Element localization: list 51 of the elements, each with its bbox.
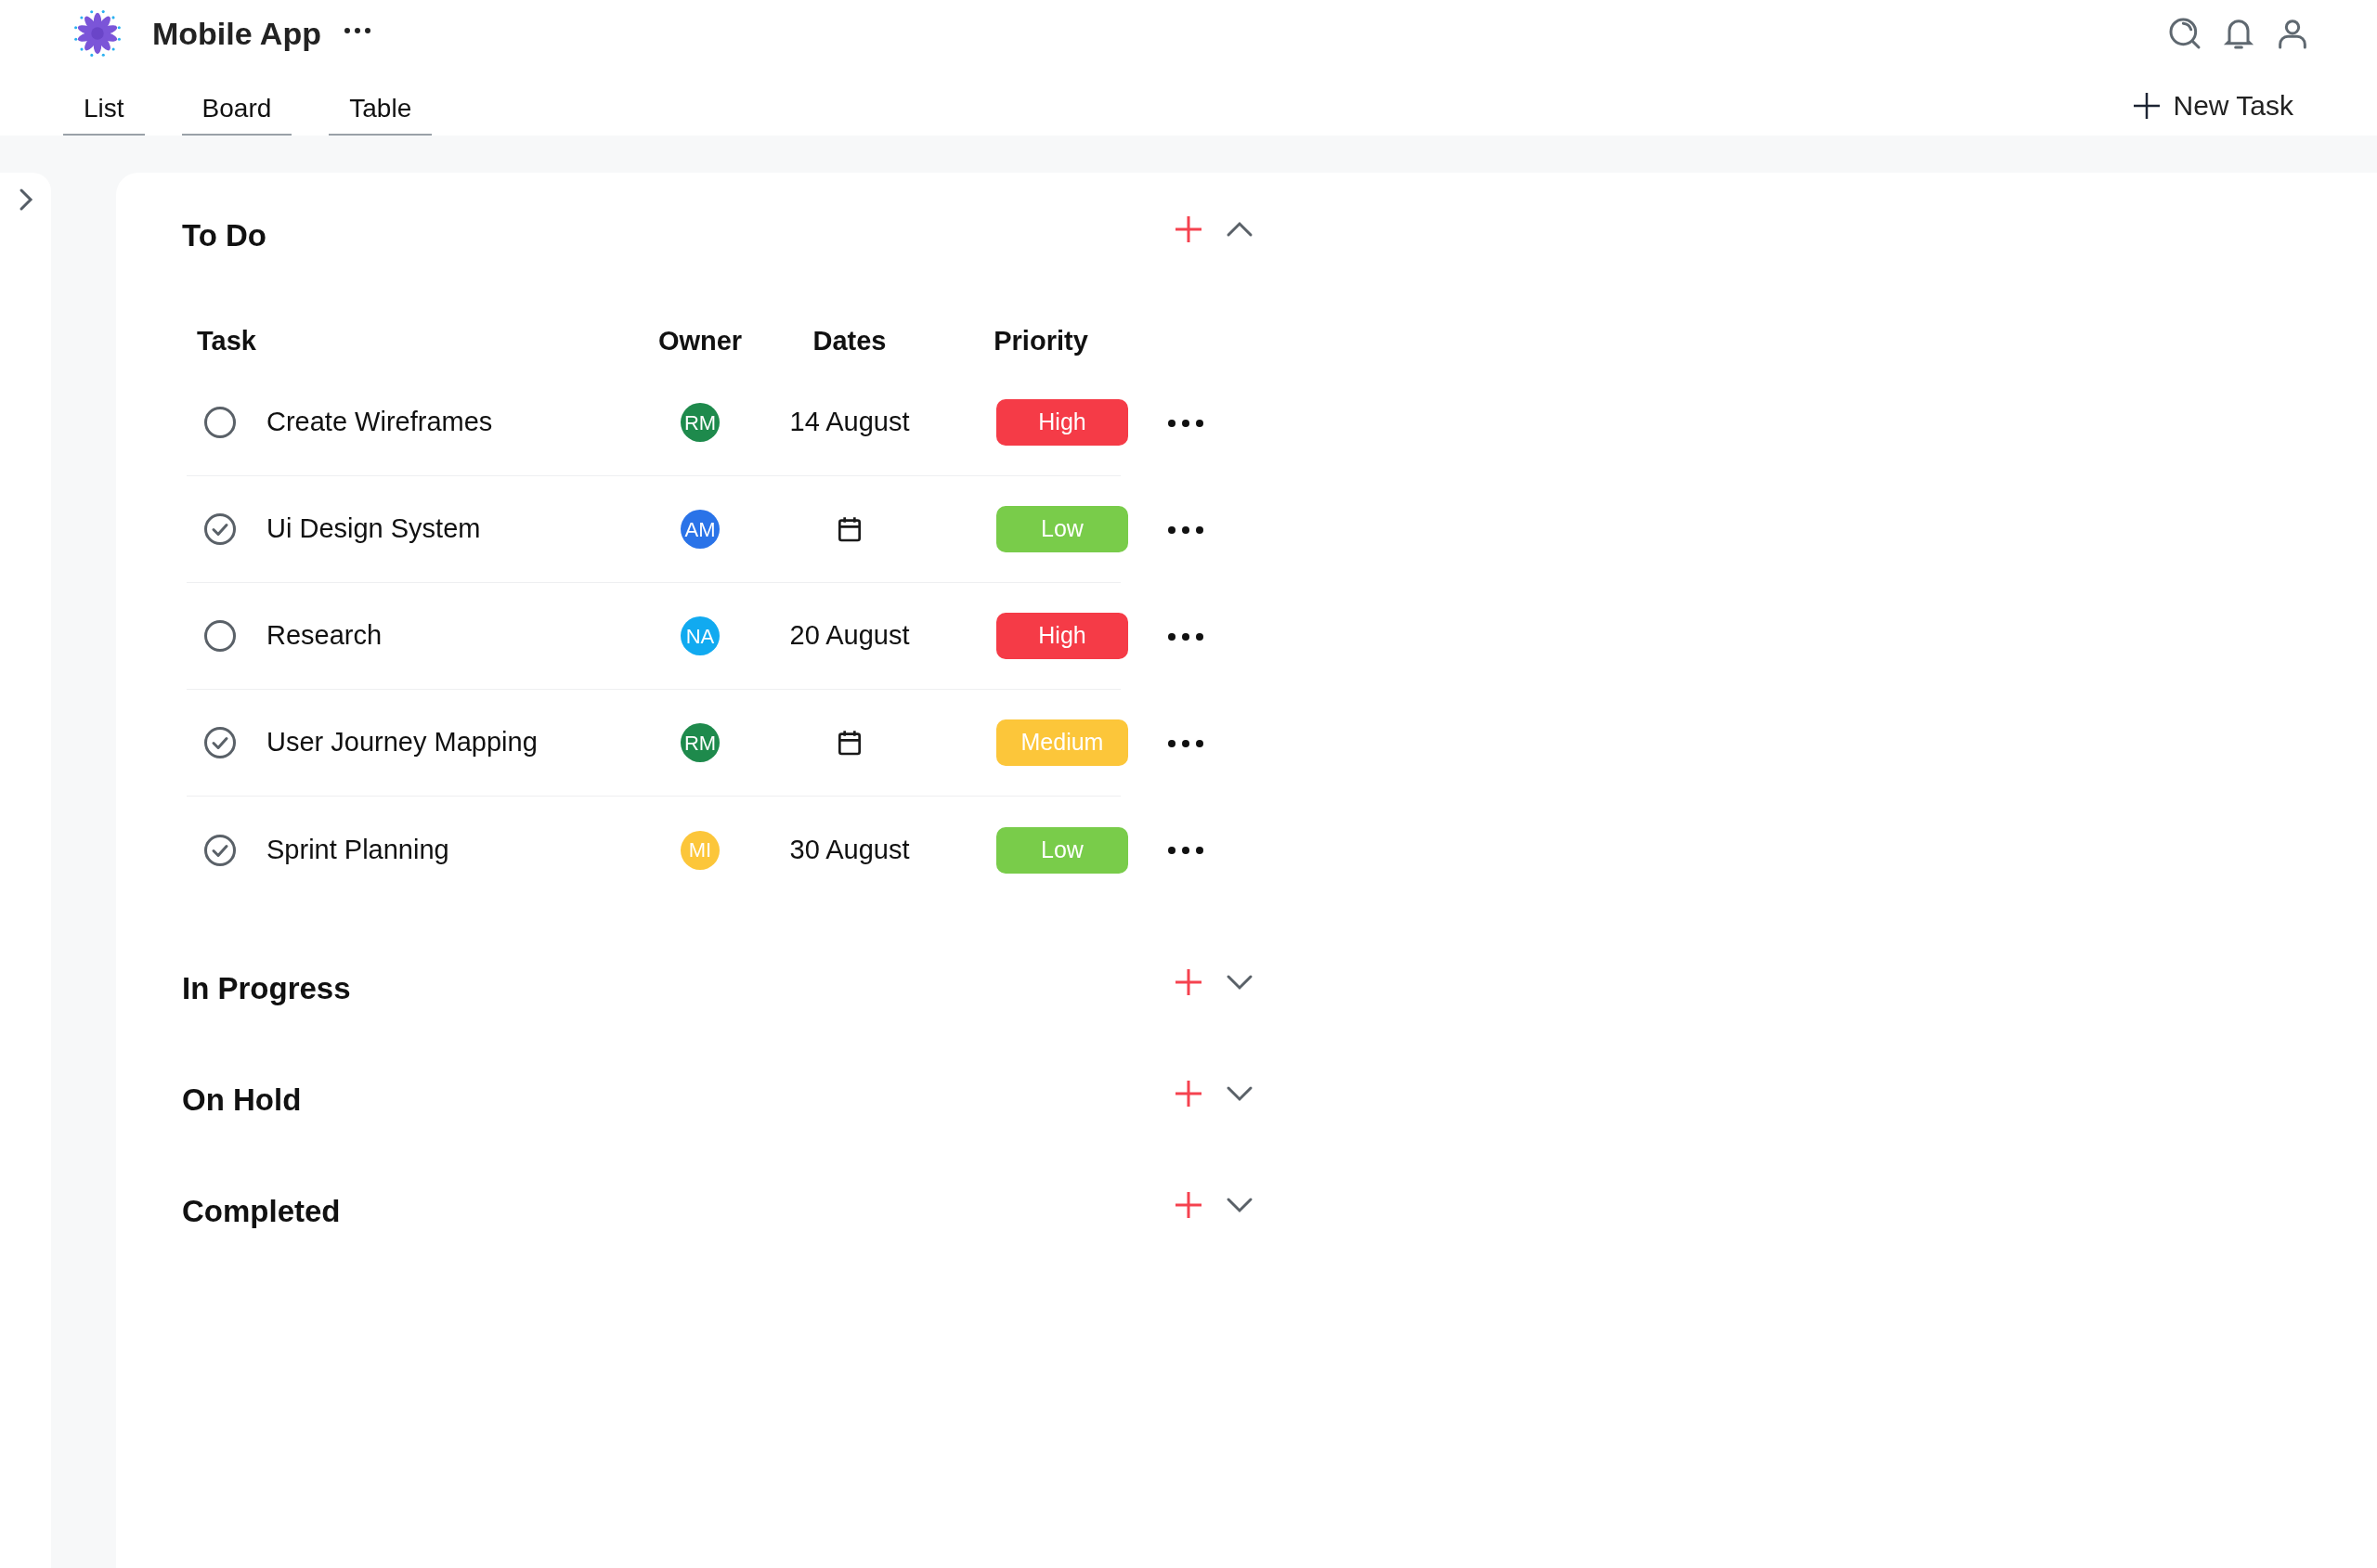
project-title: Mobile App — [152, 14, 321, 53]
view-tab[interactable]: List — [63, 84, 145, 136]
section-title: Completed — [181, 1193, 341, 1231]
priority-badge: Low — [996, 506, 1128, 552]
section-title: In Progress — [181, 970, 351, 1008]
add-icon[interactable] — [1174, 214, 1203, 244]
task-name: Create Wireframes — [266, 406, 493, 439]
column-header: Task — [197, 325, 256, 358]
unchecked-circle-icon[interactable] — [203, 406, 237, 439]
more-options-icon[interactable] — [1167, 738, 1204, 748]
more-options-icon[interactable] — [1167, 525, 1204, 535]
expand-chevron-icon[interactable] — [1226, 974, 1253, 991]
collapse-chevron-icon[interactable] — [1226, 221, 1253, 238]
owner-avatar: AM — [681, 510, 720, 549]
due-date: 20 August — [789, 619, 910, 653]
add-icon[interactable] — [1174, 1079, 1203, 1108]
plus-icon — [2132, 91, 2161, 120]
owner-avatar: RM — [681, 403, 720, 442]
more-icon[interactable] — [343, 27, 371, 34]
task-name: User Journey Mapping — [266, 726, 538, 759]
more-options-icon[interactable] — [1167, 418, 1204, 428]
checked-circle-icon[interactable] — [203, 726, 237, 759]
column-header: Dates — [812, 325, 887, 358]
view-tab[interactable]: Board — [181, 84, 292, 136]
more-options-icon[interactable] — [1167, 631, 1204, 641]
section-title: On Hold — [181, 1082, 302, 1120]
add-icon[interactable] — [1174, 967, 1203, 997]
owner-avatar: RM — [681, 723, 720, 762]
unchecked-circle-icon[interactable] — [203, 619, 237, 653]
section-title: To Do — [181, 217, 267, 255]
task-name: Research — [266, 619, 383, 653]
due-date: 14 August — [789, 406, 910, 439]
priority-badge: Medium — [996, 719, 1128, 766]
task-name: Ui Design System — [266, 512, 481, 546]
expand-chevron-icon[interactable] — [1226, 1197, 1253, 1213]
expand-chevron-icon[interactable] — [1226, 1085, 1253, 1102]
new-task-button[interactable]: New Task — [2132, 84, 2293, 126]
column-header: Owner — [657, 325, 743, 358]
task-name: Sprint Planning — [266, 833, 449, 866]
priority-badge: High — [996, 613, 1128, 659]
due-date: 30 August — [789, 833, 910, 866]
owner-avatar: NA — [681, 616, 720, 655]
priority-badge: High — [996, 399, 1128, 446]
more-options-icon[interactable] — [1167, 845, 1204, 855]
checked-circle-icon[interactable] — [203, 833, 237, 867]
view-tab[interactable]: Table — [329, 84, 433, 136]
add-icon[interactable] — [1174, 1190, 1203, 1220]
checked-circle-icon[interactable] — [203, 512, 237, 546]
priority-badge: Low — [996, 826, 1128, 874]
column-header: Priority — [994, 325, 1088, 358]
owner-avatar: MI — [681, 830, 720, 870]
